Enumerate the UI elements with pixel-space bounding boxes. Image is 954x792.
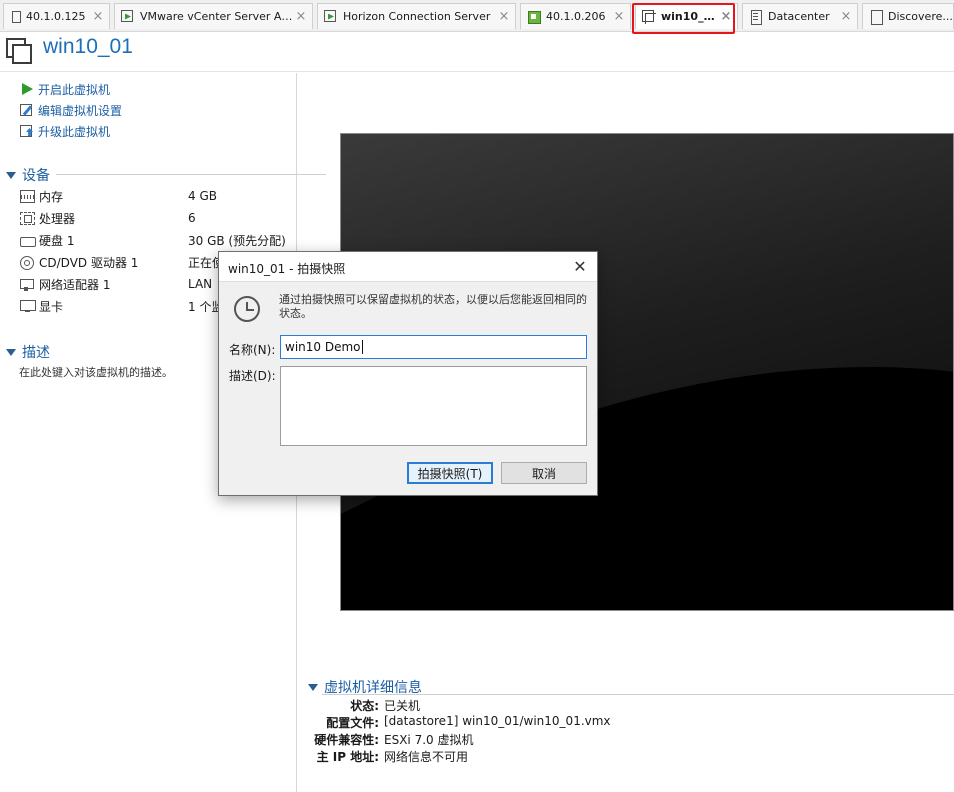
device-row-memory[interactable]: 内存 4 GB [20,186,292,206]
device-value: 6 [188,211,196,225]
tab-vcenter[interactable]: VMware vCenter Server Appli... × [114,3,313,29]
detail-value: 网络信息不可用 [384,750,469,764]
section-title: 描述 [22,345,50,361]
tab-datacenter[interactable]: Datacenter × [742,3,858,29]
tab-win10-01[interactable]: win10_01 × [635,3,738,29]
close-icon[interactable]: × [838,9,854,24]
upgrade-icon [20,124,34,138]
close-icon[interactable]: × [496,9,512,24]
edit-vm-settings-link[interactable]: 编辑虚拟机设置 [20,101,122,119]
network-icon [20,278,35,291]
dialog-info-text: 通过拍摄快照可以保留虚拟机的状态，以便以后您能返回相同的状态。 [279,293,587,320]
detail-row-config-file: 配置文件: [datastore1] win10_01/win10_01.vmx [300,714,954,731]
devices-section-header[interactable]: 设备 [6,165,50,185]
device-row-cpu[interactable]: 处理器 6 [20,208,292,228]
collapse-triangle-icon[interactable] [308,683,318,691]
detail-key: 状态: [350,699,379,713]
take-snapshot-dialog: win10_01 - 拍摄快照 ✕ 通过拍摄快照可以保留虚拟机的状态，以便以后您… [218,251,598,496]
close-icon[interactable]: × [293,9,309,24]
detail-value: ESXi 7.0 虚拟机 [384,733,474,747]
divider [56,174,326,175]
page-header: win10_01 [0,32,954,72]
name-label: 名称(N): [229,343,276,357]
tab-label: Datacenter [768,10,830,23]
detail-row-state: 状态: 已关机 [300,697,954,714]
section-title: 设备 [22,168,50,184]
detail-row-primary-ip: 主 IP 地址: 网络信息不可用 [300,748,954,765]
tab-host-40-1-0-125[interactable]: 40.1.0.125 × [3,3,110,29]
tab-label: Horizon Connection Server [343,10,491,23]
cd-icon [20,255,35,270]
snapshot-description-field[interactable] [280,366,587,446]
clock-icon [234,296,260,322]
device-label: 显卡 [39,299,64,314]
vm-icon [642,9,656,24]
close-icon[interactable]: ✕ [569,256,591,278]
vm-icon [6,38,34,66]
device-label: CD/DVD 驱动器 1 [39,255,139,270]
device-value: 4 GB [188,189,217,203]
tab-discovered[interactable]: Discovere... [862,3,954,29]
device-label: 处理器 [39,211,76,226]
close-icon[interactable]: × [718,9,734,24]
upgrade-vm-link[interactable]: 升级此虚拟机 [20,122,110,140]
cpu-icon [20,211,35,225]
action-label: 升级此虚拟机 [38,124,111,139]
description-label: 描述(D): [229,369,276,383]
collapse-triangle-icon[interactable] [6,348,16,356]
detail-value: [datastore1] win10_01/win10_01.vmx [384,714,611,728]
tab-label: VMware vCenter Server Appli... [140,10,293,23]
tab-host-40-1-0-206[interactable]: 40.1.0.206 × [520,3,631,29]
display-icon [20,299,36,313]
device-row-disk[interactable]: 硬盘 1 30 GB (预先分配) [20,230,292,250]
text-caret [361,340,363,354]
divider [322,694,954,695]
edit-settings-icon [20,103,34,117]
document-icon [869,9,883,25]
description-section-header[interactable]: 描述 [6,342,50,362]
datacenter-icon [749,9,763,25]
action-label: 开启此虚拟机 [38,82,111,97]
tab-label: 40.1.0.206 [546,10,606,23]
vm-powered-on-icon [324,9,338,24]
detail-value: 已关机 [384,699,421,713]
cancel-button[interactable]: 取消 [501,462,587,484]
power-on-vm-link[interactable]: 开启此虚拟机 [20,80,110,98]
device-label: 硬盘 1 [39,233,75,248]
take-snapshot-button[interactable]: 拍摄快照(T) [407,462,493,484]
tab-label: Discovere... [888,10,953,23]
device-value: 30 GB (预先分配) [188,233,286,248]
play-icon [20,82,34,96]
tab-label: 40.1.0.125 [26,10,86,23]
detail-key: 主 IP 地址: [316,750,379,764]
dialog-title: win10_01 - 拍摄快照 [228,262,346,276]
detail-row-hw-compat: 硬件兼容性: ESXi 7.0 虚拟机 [300,731,954,748]
collapse-triangle-icon[interactable] [6,171,16,179]
device-value: LAN [188,277,213,291]
host-icon [527,10,541,24]
vm-powered-on-icon [121,9,135,24]
snapshot-name-input[interactable]: win10 Demo [280,335,587,359]
close-icon[interactable]: × [611,9,627,24]
detail-key: 配置文件: [326,716,379,730]
memory-icon [20,189,35,203]
server-icon [12,10,21,23]
page-title: win10_01 [43,35,133,58]
device-label: 网络适配器 1 [39,277,111,292]
tab-strip: 40.1.0.125 × VMware vCenter Server Appli… [0,0,954,34]
detail-key: 硬件兼容性: [314,733,379,747]
tab-horizon[interactable]: Horizon Connection Server × [317,3,516,29]
close-icon[interactable]: × [90,9,106,24]
action-label: 编辑虚拟机设置 [38,103,123,118]
disk-icon [20,234,36,247]
description-placeholder[interactable]: 在此处键入对该虚拟机的描述。 [19,364,173,380]
device-label: 内存 [39,189,64,204]
dialog-titlebar[interactable]: win10_01 - 拍摄快照 ✕ [219,252,597,282]
snapshot-name-value: win10 Demo [285,340,361,354]
tab-label: win10_01 [661,10,718,23]
